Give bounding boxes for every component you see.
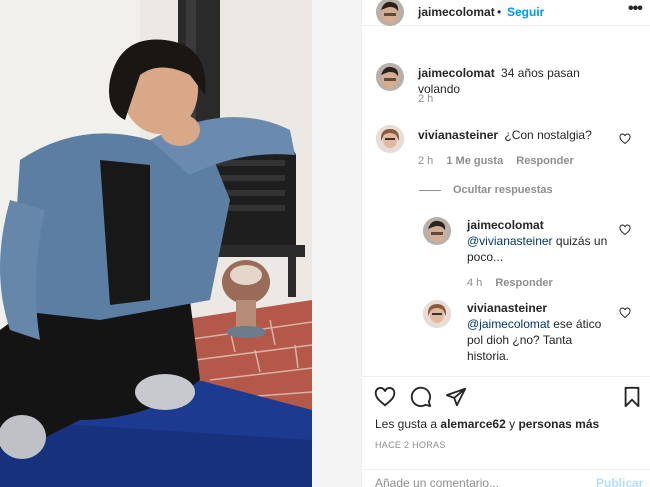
likes-summary: Les gusta a alemarce62 y personas más — [375, 417, 599, 431]
comment-time[interactable]: 2 h — [418, 155, 433, 167]
reply-button[interactable]: Responder — [495, 277, 552, 289]
comment-like-heart-icon[interactable] — [619, 133, 631, 145]
publish-button[interactable]: Publicar — [596, 476, 643, 487]
comment-text: ¿Con nostalgia? — [504, 128, 592, 142]
reply-text-block: jaimecolomat @vivianasteiner quizás un p… — [467, 217, 617, 265]
replies-divider-line — [419, 189, 441, 191]
likes-others[interactable]: personas más — [518, 417, 599, 431]
commenter-avatar[interactable] — [376, 125, 404, 153]
caption-username[interactable]: jaimecolomat — [418, 66, 495, 80]
caption-text-block: jaimecolomat 34 años pasan volando — [418, 65, 618, 97]
author-avatar[interactable] — [376, 0, 404, 26]
more-options-icon[interactable]: ••• — [628, 0, 643, 18]
reply-like-heart-icon[interactable] — [619, 224, 631, 236]
reply-username[interactable]: jaimecolomat — [467, 217, 614, 233]
reply-username[interactable]: vivianasteiner — [467, 300, 614, 316]
comment-meta: 2 h 1 Me gusta Responder — [418, 155, 584, 167]
comment-icon[interactable] — [410, 386, 432, 408]
reply-mention[interactable]: @vivianasteiner — [467, 234, 553, 248]
reply-time[interactable]: 4 h — [467, 277, 482, 289]
reply-avatar[interactable] — [423, 217, 451, 245]
post-actions: Les gusta a alemarce62 y personas más HA… — [362, 376, 650, 487]
reply-text-block: vivianasteiner @jaimecolomat ese ático p… — [467, 300, 617, 364]
comment-input[interactable] — [375, 476, 575, 487]
post-media-panel — [0, 0, 361, 487]
post-timestamp[interactable]: HACE 2 HORAS — [375, 440, 446, 450]
heart-icon[interactable] — [374, 386, 396, 408]
post-sidebar: jaimecolomat • Seguir ••• jaimecolomat 3… — [361, 0, 650, 487]
reply-button[interactable]: Responder — [516, 155, 573, 167]
comment-composer: Publicar — [362, 469, 650, 487]
reply-avatar[interactable] — [423, 300, 451, 328]
reply-meta: 4 h Responder — [467, 277, 563, 289]
follow-button[interactable]: Seguir — [507, 5, 544, 19]
comment-likes[interactable]: 1 Me gusta — [446, 155, 503, 167]
author-username[interactable]: jaimecolomat — [418, 5, 495, 19]
likes-prefix: Les gusta a — [375, 417, 438, 431]
comment-username[interactable]: vivianasteiner — [418, 128, 498, 142]
likes-connector: y — [509, 417, 516, 431]
post-header: jaimecolomat • Seguir ••• — [362, 0, 650, 26]
hide-replies-button[interactable]: Ocultar respuestas — [419, 184, 553, 196]
likes-user[interactable]: alemarce62 — [440, 417, 505, 431]
hide-replies-label: Ocultar respuestas — [453, 184, 553, 196]
bookmark-icon[interactable] — [621, 386, 643, 408]
caption-avatar[interactable] — [376, 63, 404, 91]
caption-time[interactable]: 2 h — [418, 93, 433, 105]
reply-like-heart-icon[interactable] — [619, 307, 631, 319]
reply-mention[interactable]: @jaimecolomat — [467, 317, 550, 331]
post-photo-illustration — [0, 0, 312, 487]
post-photo[interactable] — [0, 0, 312, 487]
separator-dot: • — [497, 5, 502, 19]
comment-text-block: vivianasteiner ¿Con nostalgia? — [418, 127, 618, 143]
caption-meta: 2 h — [418, 93, 443, 105]
share-icon[interactable] — [445, 386, 467, 408]
